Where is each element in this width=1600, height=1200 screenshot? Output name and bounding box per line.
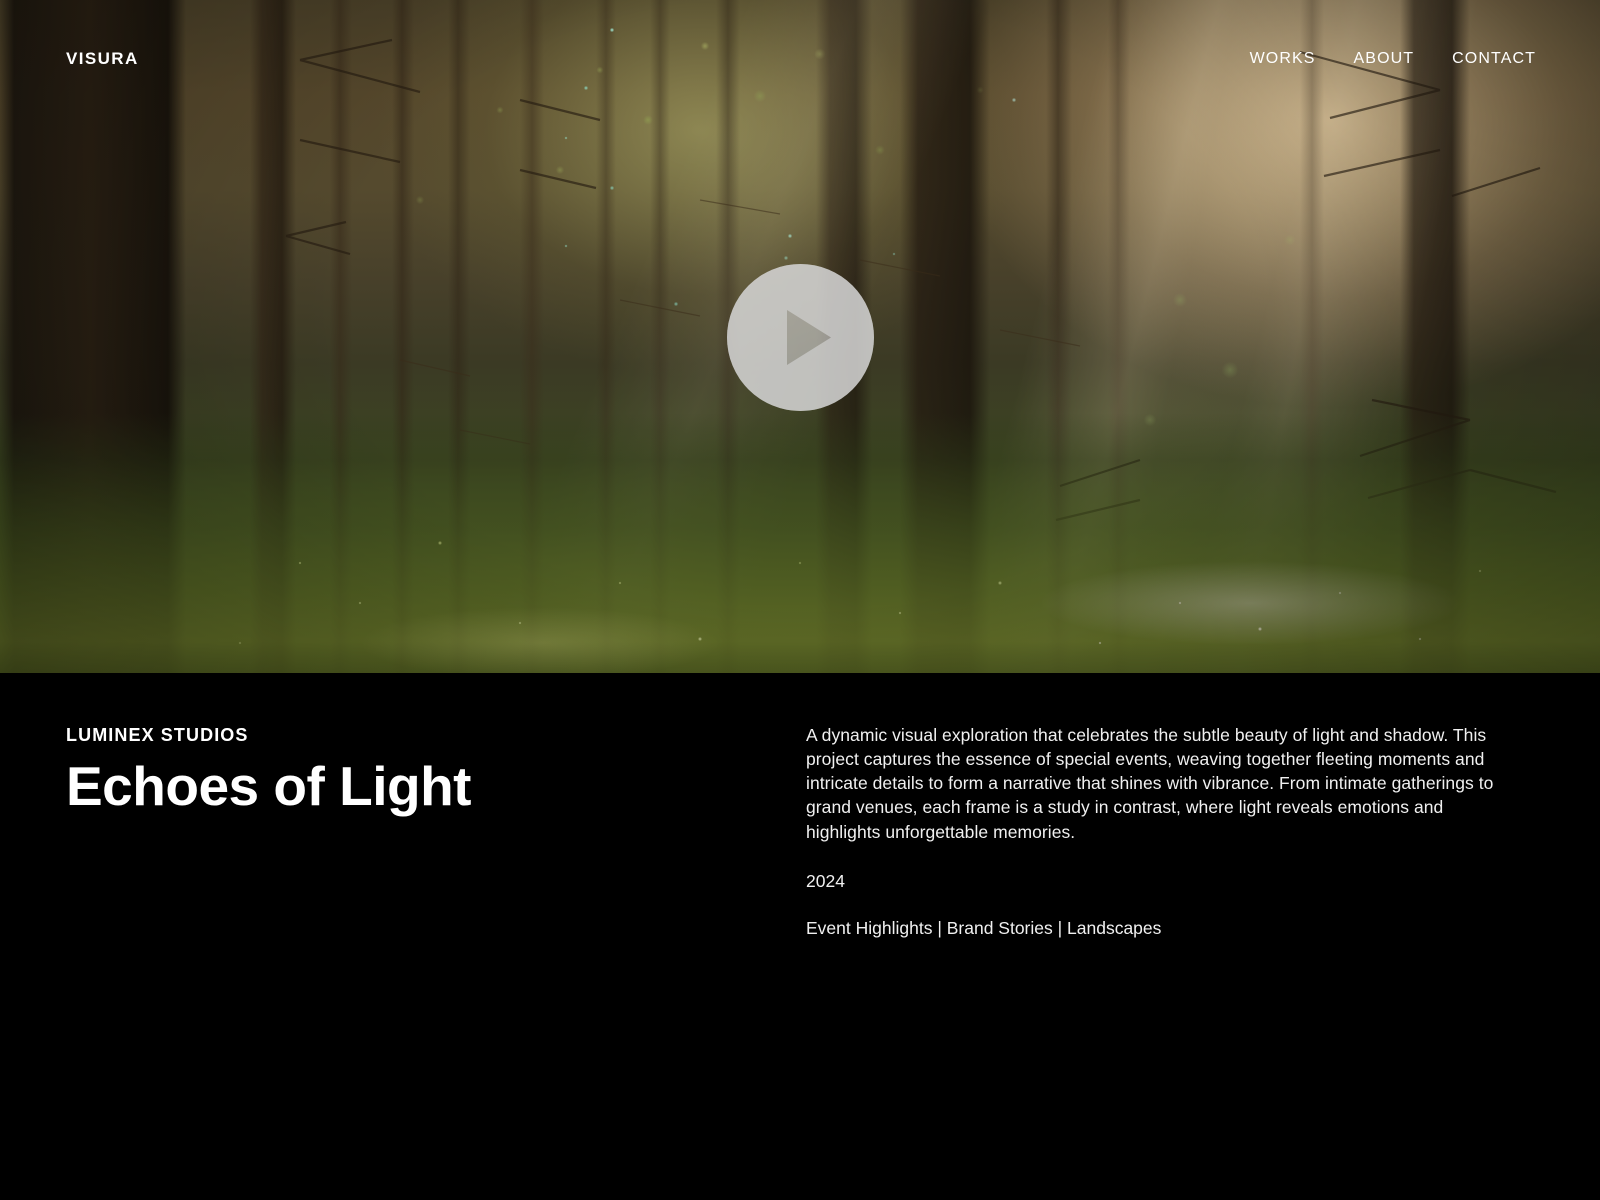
- project-meta-block: A dynamic visual exploration that celebr…: [806, 723, 1506, 939]
- page-root: VISURA WORKS ABOUT CONTACT LUMINEX STUDI…: [0, 0, 1600, 1200]
- nav-about[interactable]: ABOUT: [1354, 50, 1415, 68]
- site-header: VISURA WORKS ABOUT CONTACT: [0, 0, 1600, 118]
- project-description: A dynamic visual exploration that celebr…: [806, 725, 1494, 842]
- play-button[interactable]: [727, 264, 874, 411]
- main-navigation: WORKS ABOUT CONTACT: [1250, 50, 1536, 68]
- play-icon: [727, 264, 874, 411]
- project-info-section: LUMINEX STUDIOS Echoes of Light A dynami…: [0, 673, 1600, 1035]
- nav-works[interactable]: WORKS: [1250, 50, 1316, 68]
- site-logo[interactable]: VISURA: [66, 49, 139, 69]
- project-tags: Event Highlights | Brand Stories | Lands…: [806, 917, 1162, 938]
- nav-contact[interactable]: CONTACT: [1452, 50, 1536, 68]
- studio-name: LUMINEX STUDIOS: [66, 725, 249, 745]
- page-title: Echoes of Light: [66, 755, 472, 817]
- project-year: 2024: [806, 870, 845, 891]
- project-heading-block: LUMINEX STUDIOS Echoes of Light: [66, 725, 766, 815]
- gallery-section: Histogram Luminance RGB RGB Parade Sourc…: [0, 1035, 1600, 1200]
